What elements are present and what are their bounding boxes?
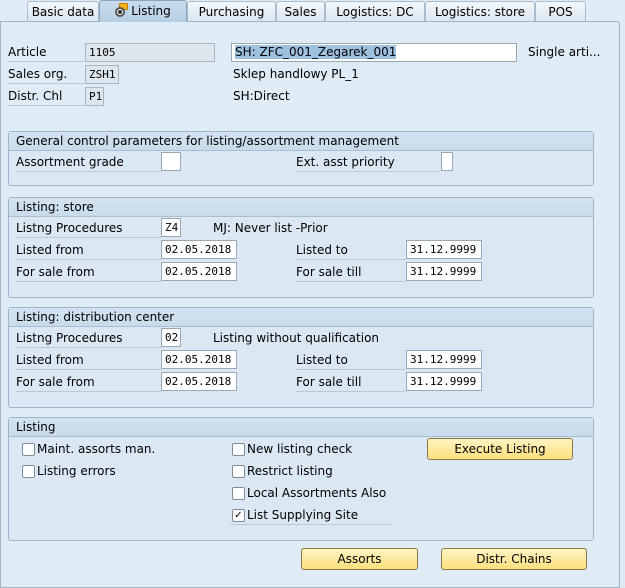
article-type-text: Single arti... [528,45,601,59]
distr-chl-description: SH:Direct [233,89,290,103]
tab-pos[interactable]: POS [535,1,586,22]
article-label: Article [8,43,84,62]
tab-sales[interactable]: Sales [276,1,325,22]
tab-basic-data[interactable]: Basic data [27,1,99,22]
dc-listed-from-field[interactable]: 02.05.2018 [161,350,237,369]
assorts-button[interactable]: Assorts [301,548,418,570]
listing-dc-group-title: Listing: distribution center [9,308,593,327]
tab-label: POS [548,5,573,19]
assortment-grade-label: Assortment grade [16,153,161,172]
restrict-listing-label: Restrict listing [247,464,333,478]
tab-label: Purchasing [198,5,265,19]
ext-asst-priority-field[interactable] [441,152,453,171]
ext-asst-priority-label: Ext. asst priority [296,153,440,172]
local-assortments-checkbox[interactable] [232,487,245,500]
checkbox-underline [230,524,392,525]
distr-chains-button[interactable]: Distr. Chains [441,548,587,570]
listing-errors-checkbox[interactable] [22,465,35,478]
store-sale-till-field[interactable]: 31.12.9999 [406,262,482,281]
article-description-text: SH: ZFC_001_Zegarek_001 [235,45,397,59]
distr-chl-label: Distr. Chl [8,87,84,106]
maint-assorts-checkbox[interactable] [22,443,35,456]
tab-logistics-store[interactable]: Logistics: store [425,1,535,22]
sales-org-description: Sklep handlowy PL_1 [233,67,359,81]
store-listed-from-label: Listed from [16,241,161,260]
execute-listing-button[interactable]: Execute Listing [427,438,573,460]
listing-errors-label: Listing errors [37,464,116,478]
new-listing-check-label: New listing check [247,442,353,456]
dc-procedures-description: Listing without qualification [213,331,380,345]
listing-status-icon [115,3,129,17]
dc-sale-till-field[interactable]: 31.12.9999 [406,372,482,391]
tab-purchasing[interactable]: Purchasing [187,1,276,22]
article-description-field[interactable]: SH: ZFC_001_Zegarek_001 [231,43,517,62]
list-supplying-site-checkbox[interactable]: ✓ [232,509,245,522]
tab-logistics-dc[interactable]: Logistics: DC [325,1,425,22]
tab-label: Basic data [31,5,95,19]
dc-listed-from-label: Listed from [16,351,161,370]
tab-label: Logistics: DC [336,5,414,19]
article-field[interactable]: 1105 [85,43,215,62]
dc-sale-from-label: For sale from [16,373,161,392]
general-control-group-title: General control parameters for listing/a… [9,132,593,151]
tab-listing[interactable]: Listing [99,0,187,22]
local-assortments-label: Local Assortments Also [247,486,387,500]
tab-label: Listing [131,4,171,18]
dc-sale-from-field[interactable]: 02.05.2018 [161,372,237,391]
restrict-listing-checkbox[interactable] [232,465,245,478]
listing-store-group-title: Listing: store [9,198,593,217]
store-procedures-field[interactable]: Z4 [161,218,181,237]
dc-listed-to-field[interactable]: 31.12.9999 [406,350,482,369]
assortment-grade-field[interactable] [161,152,181,171]
store-listed-to-field[interactable]: 31.12.9999 [406,240,482,259]
sales-org-label: Sales org. [8,65,84,84]
check-mark-icon: ✓ [234,510,243,521]
store-sale-from-label: For sale from [16,263,161,282]
maint-assorts-label: Maint. assorts man. [37,442,156,456]
new-listing-check-checkbox[interactable] [232,443,245,456]
tab-bar: Basic data Listing Purchasing Sales Logi… [0,0,625,22]
tab-label: Sales [284,5,317,19]
tab-label: Logistics: store [434,5,526,19]
list-supplying-site-label: List Supplying Site [247,508,359,522]
sales-org-field[interactable]: ZSH1 [85,65,119,84]
dc-sale-till-label: For sale till [296,373,406,392]
dc-listed-to-label: Listed to [296,351,406,370]
listing-group-title: Listing [9,418,593,437]
store-procedures-label: Listng Procedures [16,219,161,238]
distr-chl-field[interactable]: P1 [85,87,104,106]
store-sale-from-field[interactable]: 02.05.2018 [161,262,237,281]
store-sale-till-label: For sale till [296,263,406,282]
dc-procedures-label: Listng Procedures [16,329,161,348]
store-procedures-description: MJ: Never list -Prior [213,221,328,235]
store-listed-from-field[interactable]: 02.05.2018 [161,240,237,259]
store-listed-to-label: Listed to [296,241,406,260]
dc-procedures-field[interactable]: 02 [161,328,181,347]
